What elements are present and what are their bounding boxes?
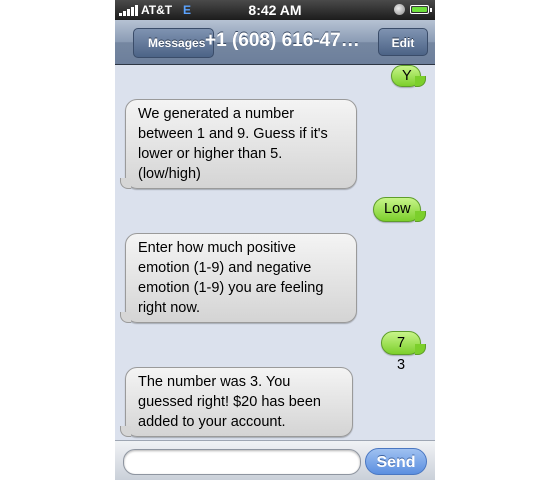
message-text: Y [402, 68, 412, 84]
message-line: right now. [138, 300, 201, 316]
message-line: We generated a number [138, 106, 295, 122]
contact-title: +1 (608) 616-47… [205, 30, 360, 51]
message-input[interactable] [123, 449, 361, 475]
message-line: added to your account. [138, 414, 286, 430]
message-line: (low/high) [138, 166, 201, 182]
incoming-message: The number was 3. You guessed right! $20… [120, 367, 353, 437]
message-line: between 1 and 9. Guess if it's [138, 126, 328, 142]
phone-screen: AT&T E 8:42 AM Messages +1 (608) 616-47…… [115, 0, 435, 480]
message-line: lower or higher than 5. [138, 146, 283, 162]
navigation-bar: Messages +1 (608) 616-47… Edit [115, 20, 435, 65]
battery-icon [410, 5, 432, 14]
compose-bar: Send [115, 440, 435, 480]
message-line: The number was 3. You [138, 374, 291, 390]
outgoing-message: 7 3 [381, 331, 426, 373]
send-button[interactable]: Send [365, 448, 427, 475]
outgoing-message: Low [373, 197, 426, 222]
screen-lock-icon [394, 4, 405, 15]
status-bar: AT&T E 8:42 AM [115, 0, 435, 20]
incoming-message: Enter how much positive emotion (1-9) an… [120, 233, 357, 323]
message-line: guessed right! $20 has been [138, 394, 321, 410]
message-line: emotion (1-9) and negative [138, 260, 312, 276]
outgoing-message: Y [391, 65, 426, 87]
message-line: Enter how much positive [138, 240, 296, 256]
incoming-message: We generated a number between 1 and 9. G… [120, 99, 357, 189]
message-text: 7 3 [396, 335, 406, 373]
edit-button[interactable]: Edit [378, 28, 428, 56]
clock-time: 8:42 AM [248, 2, 302, 18]
message-line: emotion (1-9) you are feeling [138, 280, 324, 296]
message-text: Low [384, 201, 411, 217]
messages-back-button[interactable]: Messages [133, 28, 215, 58]
